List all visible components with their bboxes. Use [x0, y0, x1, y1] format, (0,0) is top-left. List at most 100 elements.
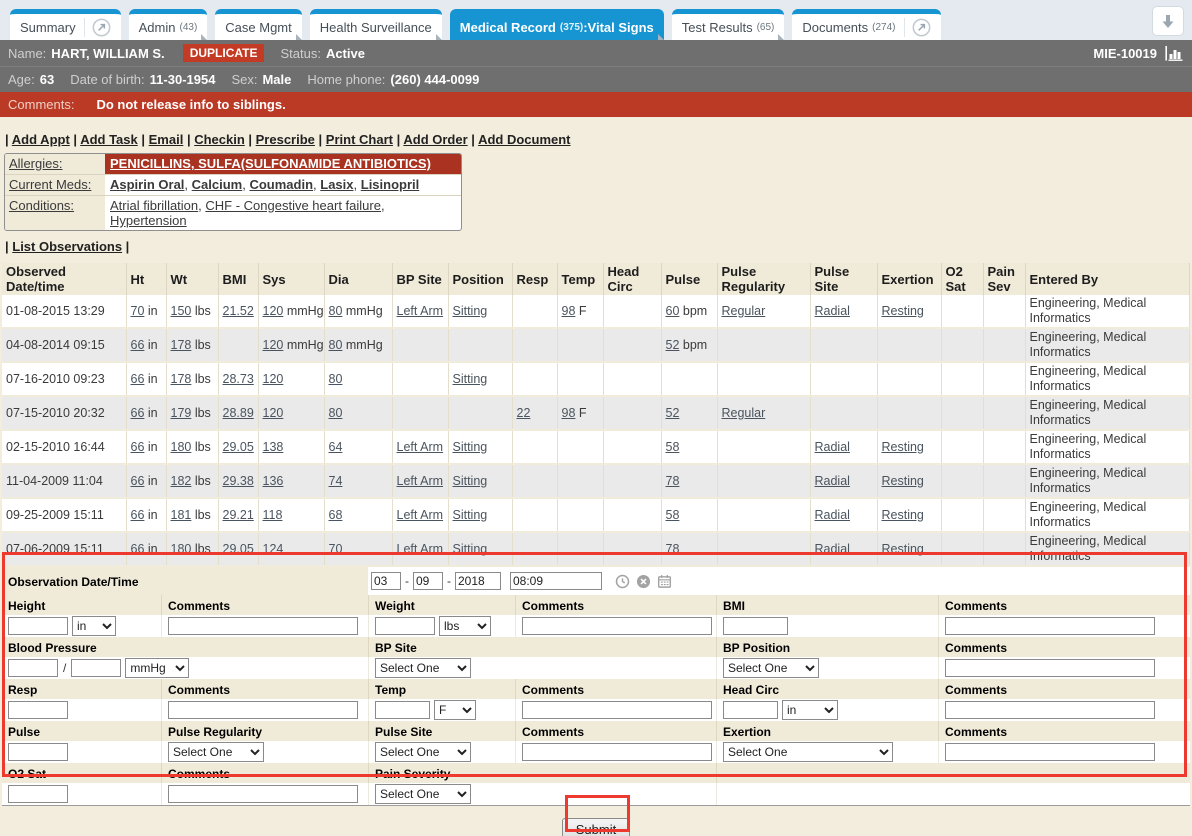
observation-value-link[interactable]: 80	[329, 304, 343, 318]
resp-input[interactable]	[8, 701, 68, 719]
weight-unit-select[interactable]: lbs	[439, 616, 491, 636]
observation-value-link[interactable]: Left Arm	[397, 542, 444, 556]
observation-value-link[interactable]: Sitting	[453, 372, 488, 386]
observation-value-link[interactable]: 138	[263, 440, 284, 454]
condition-link[interactable]: Atrial fibrillation	[110, 198, 198, 213]
med-link[interactable]: Aspirin Oral	[110, 177, 184, 192]
height-comments-input[interactable]	[168, 617, 358, 635]
resp-comments-input[interactable]	[168, 701, 358, 719]
observation-value-link[interactable]: 21.52	[223, 304, 254, 318]
observation-value-link[interactable]: Sitting	[453, 440, 488, 454]
observation-value-link[interactable]: Resting	[882, 440, 924, 454]
observation-value-link[interactable]: 66	[131, 440, 145, 454]
observation-value-link[interactable]: 52	[666, 406, 680, 420]
observation-value-link[interactable]: 178	[171, 372, 192, 386]
o2-sat-comments-input[interactable]	[168, 785, 358, 803]
weight-input[interactable]	[375, 617, 435, 635]
observation-value-link[interactable]: 58	[666, 508, 680, 522]
pain-severity-select[interactable]: Select One	[375, 784, 471, 804]
submit-button[interactable]: Submit	[562, 818, 630, 836]
observation-value-link[interactable]: Left Arm	[397, 304, 444, 318]
bp-unit-select[interactable]: mmHg	[125, 658, 189, 678]
add-document-link[interactable]: Add Document	[478, 132, 570, 147]
observation-value-link[interactable]: Left Arm	[397, 440, 444, 454]
conditions-label-link[interactable]: Conditions:	[9, 198, 74, 213]
clear-icon[interactable]	[636, 574, 651, 589]
tab-summary[interactable]: Summary	[10, 9, 121, 40]
pulse-regularity-select[interactable]: Select One	[168, 742, 264, 762]
observation-value-link[interactable]: Radial	[815, 542, 850, 556]
observation-value-link[interactable]: Radial	[815, 474, 850, 488]
observation-value-link[interactable]: Resting	[882, 474, 924, 488]
weight-comments-input[interactable]	[522, 617, 712, 635]
observation-value-link[interactable]: 66	[131, 372, 145, 386]
tab-documents[interactable]: Documents (274)	[792, 9, 940, 40]
observation-value-link[interactable]: 78	[666, 542, 680, 556]
observation-value-link[interactable]: 120	[263, 304, 284, 318]
observation-value-link[interactable]: 68	[329, 508, 343, 522]
head-circ-comments-input[interactable]	[945, 701, 1155, 719]
observation-value-link[interactable]: Regular	[722, 406, 766, 420]
observation-value-link[interactable]: 181	[171, 508, 192, 522]
observation-value-link[interactable]: 60	[666, 304, 680, 318]
med-link[interactable]: Coumadin	[249, 177, 313, 192]
observation-value-link[interactable]: Sitting	[453, 542, 488, 556]
bp-position-select[interactable]: Select One	[723, 658, 819, 678]
observation-value-link[interactable]: 124	[263, 542, 284, 556]
observation-value-link[interactable]: Left Arm	[397, 508, 444, 522]
flowsheet-chart-icon[interactable]	[1165, 46, 1184, 61]
med-link[interactable]: Lisinopril	[361, 177, 420, 192]
observation-value-link[interactable]: 22	[517, 406, 531, 420]
observation-value-link[interactable]: 70	[131, 304, 145, 318]
observation-value-link[interactable]: 64	[329, 440, 343, 454]
observation-value-link[interactable]: 58	[666, 440, 680, 454]
observation-value-link[interactable]: 120	[263, 406, 284, 420]
observation-value-link[interactable]: Regular	[722, 304, 766, 318]
time-input[interactable]	[510, 572, 602, 590]
observation-value-link[interactable]: Resting	[882, 542, 924, 556]
tab-case-mgmt[interactable]: Case Mgmt	[215, 9, 301, 40]
add-appt-link[interactable]: Add Appt	[12, 132, 70, 147]
observation-value-link[interactable]: 78	[666, 474, 680, 488]
observation-value-link[interactable]: 80	[329, 406, 343, 420]
observation-value-link[interactable]: 180	[171, 542, 192, 556]
height-input[interactable]	[8, 617, 68, 635]
allergies-value-link[interactable]: PENICILLINS, SULFA(SULFONAMIDE ANTIBIOTI…	[110, 156, 431, 171]
observation-value-link[interactable]: 98	[562, 406, 576, 420]
observation-value-link[interactable]: Radial	[815, 508, 850, 522]
bp-comments-input[interactable]	[945, 659, 1155, 677]
bp-systolic-input[interactable]	[8, 659, 58, 677]
observation-value-link[interactable]: 74	[329, 474, 343, 488]
observation-value-link[interactable]: 150	[171, 304, 192, 318]
head-circ-unit-select[interactable]: in	[782, 700, 838, 720]
print-chart-link[interactable]: Print Chart	[326, 132, 393, 147]
email-link[interactable]: Email	[149, 132, 184, 147]
observation-value-link[interactable]: 29.05	[223, 440, 254, 454]
observation-value-link[interactable]: 120	[263, 338, 284, 352]
observation-value-link[interactable]: Radial	[815, 440, 850, 454]
checkin-link[interactable]: Checkin	[194, 132, 245, 147]
observation-value-link[interactable]: 28.89	[223, 406, 254, 420]
observation-value-link[interactable]: 29.38	[223, 474, 254, 488]
observation-value-link[interactable]: 179	[171, 406, 192, 420]
observation-value-link[interactable]: 66	[131, 542, 145, 556]
observation-value-link[interactable]: Sitting	[453, 508, 488, 522]
observation-value-link[interactable]: 98	[562, 304, 576, 318]
observation-value-link[interactable]: Sitting	[453, 474, 488, 488]
pulse-site-select[interactable]: Select One	[375, 742, 471, 762]
tab-medical-record[interactable]: Medical Record (375) :Vital Signs	[450, 9, 664, 40]
add-order-link[interactable]: Add Order	[403, 132, 467, 147]
o2-sat-input[interactable]	[8, 785, 68, 803]
current-meds-label-link[interactable]: Current Meds:	[9, 177, 91, 192]
observation-value-link[interactable]: Radial	[815, 304, 850, 318]
observation-value-link[interactable]: 136	[263, 474, 284, 488]
temp-comments-input[interactable]	[522, 701, 712, 719]
allergies-label-link[interactable]: Allergies:	[9, 156, 62, 171]
bmi-input[interactable]	[723, 617, 788, 635]
date-month-input[interactable]	[371, 572, 401, 590]
observation-value-link[interactable]: 180	[171, 440, 192, 454]
popout-icon[interactable]	[904, 18, 931, 37]
pulse-comments-input[interactable]	[522, 743, 712, 761]
height-unit-select[interactable]: in	[72, 616, 116, 636]
observation-value-link[interactable]: 52	[666, 338, 680, 352]
